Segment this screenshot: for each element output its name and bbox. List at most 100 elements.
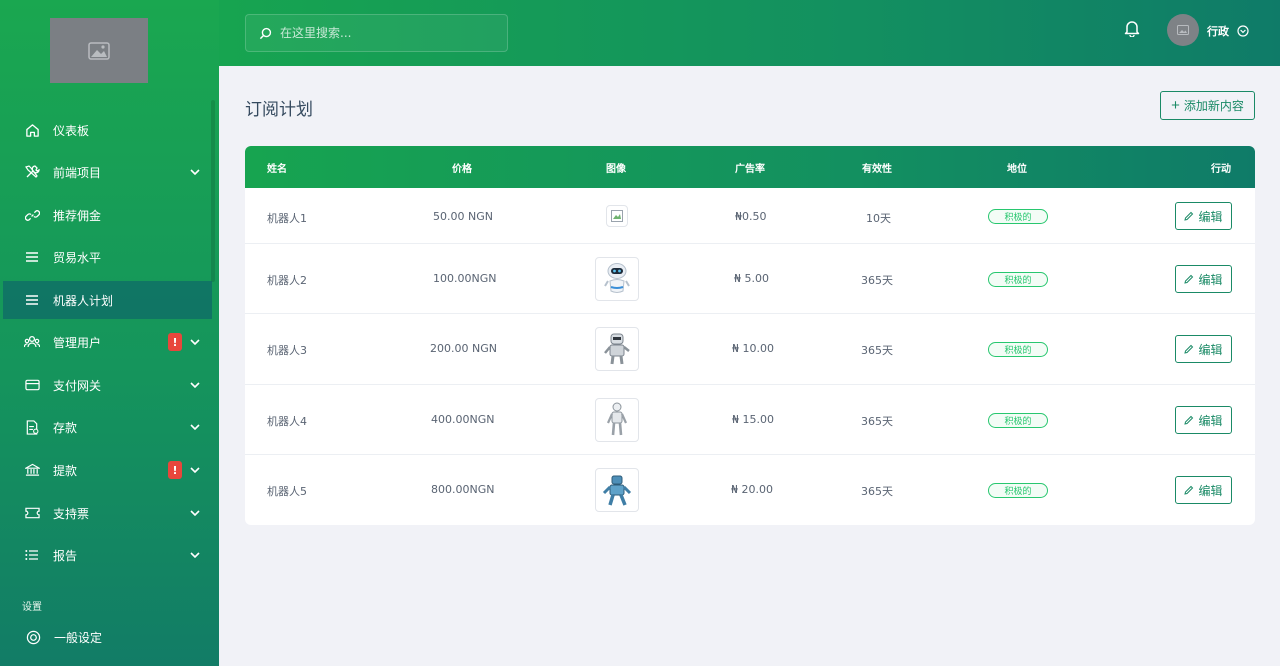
edit-button[interactable]: 编辑 [1175, 335, 1232, 363]
broken-image-icon [606, 205, 628, 227]
sidebar-item-manage-users[interactable]: 管理用户 ! [0, 323, 212, 361]
plan-validity: 365天 [861, 274, 893, 287]
sidebar-item-payment-gateway[interactable]: 支付网关 [0, 366, 212, 404]
robot-icon [606, 402, 628, 436]
pencil-icon [1184, 274, 1194, 284]
robot-icon [602, 475, 632, 506]
chevron-down-icon [190, 424, 200, 430]
sidebar-item-label: 存款 [53, 420, 78, 435]
users-icon [24, 334, 40, 350]
top-header: 行政 [219, 0, 1280, 66]
status-badge: 积极的 [988, 272, 1048, 287]
user-name[interactable]: 行政 [1207, 23, 1229, 39]
plan-price: 200.00 NGN [430, 342, 497, 355]
robot-image [595, 327, 639, 371]
plan-validity: 365天 [861, 415, 893, 428]
sidebar-item-referral[interactable]: 推荐佣金 [0, 196, 212, 234]
sidebar-item-deposit[interactable]: 存款 [0, 408, 212, 446]
image-icon [1177, 25, 1189, 35]
edit-label: 编辑 [1198, 342, 1223, 357]
avatar[interactable] [1167, 14, 1199, 46]
ticket-icon [24, 505, 40, 521]
search-box[interactable] [245, 14, 508, 52]
plan-ad-rate: ₦ 15.00 [732, 413, 774, 426]
sidebar-section-title: 设置 [22, 602, 42, 613]
sidebar-item-report[interactable]: 报告 [0, 536, 212, 574]
sidebar-item-label: 仪表板 [53, 123, 90, 138]
sidebar-item-label: 支持票 [53, 506, 90, 521]
link-icon [24, 207, 40, 223]
plan-name: 机器人1 [267, 212, 307, 225]
sidebar-item-label: 报告 [53, 548, 78, 563]
chevron-down-icon [190, 339, 200, 345]
add-new-label: 添加新内容 [1183, 99, 1244, 113]
menu-icon [24, 292, 40, 308]
edit-button[interactable]: 编辑 [1175, 265, 1232, 293]
plan-validity: 365天 [861, 344, 893, 357]
pencil-icon [1184, 211, 1194, 221]
search-icon [259, 27, 272, 40]
sidebar-item-dashboard[interactable]: 仪表板 [0, 111, 212, 149]
sidebar-item-support-ticket[interactable]: 支持票 [0, 494, 212, 532]
plan-validity: 10天 [866, 212, 891, 225]
sidebar-item-robot-plan[interactable]: 机器人计划 [3, 281, 212, 319]
status-badge: 积极的 [988, 342, 1048, 357]
plans-table: 姓名 价格 图像 广告率 有效性 地位 行动 机器人1 50.00 NGN ₦0… [245, 146, 1255, 525]
pencil-icon [1184, 344, 1194, 354]
add-new-button[interactable]: + 添加新内容 [1160, 91, 1255, 120]
plan-ad-rate: ₦ 5.00 [734, 272, 769, 285]
chevron-down-icon [190, 510, 200, 516]
robot-icon [604, 333, 630, 365]
plan-price: 400.00NGN [431, 413, 495, 426]
sidebar-item-label: 支付网关 [53, 378, 102, 393]
status-badge: 积极的 [988, 209, 1048, 224]
sidebar-item-withdraw[interactable]: 提款 ! [0, 451, 212, 489]
file-icon [24, 419, 40, 435]
sidebar-item-label: 一般设定 [54, 630, 103, 645]
sidebar-item-label: 管理用户 [53, 335, 102, 350]
table-row: 机器人4 400.00NGN ₦ 15.00 365天 积极的 编辑 [245, 385, 1255, 455]
plan-price: 50.00 NGN [433, 210, 493, 223]
edit-button[interactable]: 编辑 [1175, 202, 1232, 230]
plan-ad-rate: ₦0.50 [735, 210, 767, 223]
edit-button[interactable]: 编辑 [1175, 476, 1232, 504]
plan-ad-rate: ₦ 10.00 [732, 342, 774, 355]
page-title: 订阅计划 [245, 100, 313, 120]
table-row: 机器人5 800.00NGN ₦ 20.00 365天 积极的 编辑 [245, 455, 1255, 525]
sidebar-item-label: 前端项目 [53, 165, 102, 180]
edit-label: 编辑 [1198, 209, 1223, 224]
home-icon [24, 122, 40, 138]
column-header-image: 图像 [606, 164, 626, 175]
sidebar-item-label: 提款 [53, 463, 78, 478]
sidebar-item-frontend[interactable]: 前端项目 [0, 153, 212, 191]
chevron-down-icon [190, 382, 200, 388]
column-header-validity: 有效性 [862, 164, 892, 175]
search-input[interactable] [280, 26, 480, 40]
sidebar-item-label: 贸易水平 [53, 250, 102, 265]
edit-label: 编辑 [1198, 272, 1223, 287]
plan-price: 100.00NGN [433, 272, 497, 285]
status-badge: 积极的 [988, 413, 1048, 428]
robot-image [595, 398, 639, 442]
alert-badge: ! [168, 333, 182, 351]
edit-label: 编辑 [1198, 483, 1223, 498]
chevron-down-circle-icon[interactable] [1237, 22, 1249, 41]
alert-badge: ! [168, 461, 182, 479]
tools-icon [24, 164, 40, 180]
edit-button[interactable]: 编辑 [1175, 406, 1232, 434]
plan-validity: 365天 [861, 485, 893, 498]
plan-name: 机器人2 [267, 274, 307, 287]
lifebuoy-icon [25, 629, 41, 645]
robot-icon [604, 263, 630, 293]
bell-icon[interactable] [1124, 19, 1140, 41]
sidebar-item-trade-level[interactable]: 贸易水平 [0, 238, 212, 276]
column-header-ad-rate: 广告率 [735, 164, 765, 175]
chevron-down-icon [190, 552, 200, 558]
column-header-status: 地位 [1007, 164, 1027, 175]
sidebar-item-general-settings[interactable]: 一般设定 [0, 618, 212, 656]
table-header: 姓名 价格 图像 广告率 有效性 地位 行动 [245, 146, 1255, 188]
plan-name: 机器人4 [267, 415, 307, 428]
table-row: 机器人2 100.00NGN ₦ 5.00 365天 积极的 编辑 [245, 244, 1255, 314]
logo-placeholder[interactable] [50, 18, 148, 83]
pencil-icon [1184, 485, 1194, 495]
